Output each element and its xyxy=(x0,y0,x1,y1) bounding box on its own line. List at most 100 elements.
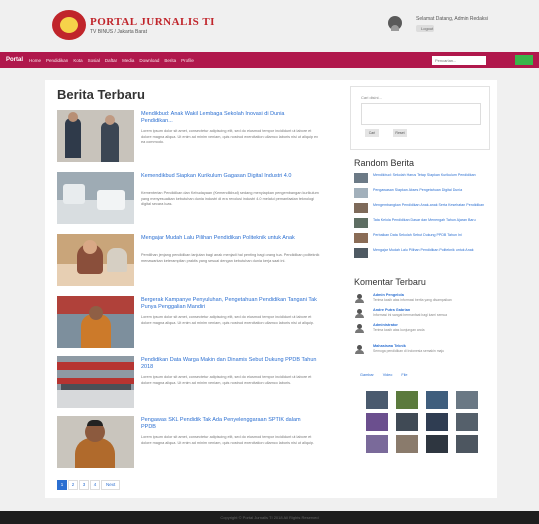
article-title[interactable]: Mendikbud: Anak Wakil Lembaga Sekolah In… xyxy=(141,111,317,125)
page-2-button[interactable]: 2 xyxy=(68,480,78,490)
article-title[interactable]: Kemendikbud Siapkan Kurikulum Gagasan Di… xyxy=(141,173,317,180)
random-news-item[interactable]: Tata Kelola Pendidikan Dasar dan Menenga… xyxy=(354,218,490,229)
user-icon xyxy=(354,309,365,318)
nav-item-berita[interactable]: Berita xyxy=(164,58,176,63)
site-footer: Copyright © Portal Jurnalis TI 2018 All … xyxy=(0,511,539,524)
comment-author[interactable]: Andre Putra Gabrian xyxy=(373,308,410,312)
random-news-heading: Random Berita xyxy=(354,158,415,168)
gallery-image[interactable] xyxy=(426,435,448,453)
comment-item[interactable]: Administrator Terima kasih atas kunjunga… xyxy=(354,323,490,334)
comment-text: Terima kasih atas kunjungan anda xyxy=(373,328,425,332)
random-news-title[interactable]: Mengajar Mudah Lalu Pilihan Pendidikan P… xyxy=(373,248,488,253)
gallery-image[interactable] xyxy=(366,391,388,409)
sidebar-search-panel: Cari disini... Cari Reset xyxy=(350,86,490,150)
random-news-thumbnail xyxy=(354,173,368,183)
random-news-item[interactable]: Perbaikan Data Sekolah Sebut Dukung PPDB… xyxy=(354,233,490,244)
nav-item-kota[interactable]: Kota xyxy=(73,58,82,63)
tab-video[interactable]: Video xyxy=(383,373,393,377)
article-excerpt: Lorem ipsum dolor sit amet, consectetur … xyxy=(141,435,315,445)
gallery-image[interactable] xyxy=(456,435,478,453)
nav-item-daftar[interactable]: Daftar xyxy=(105,58,117,63)
comment-item[interactable]: Andre Putra Gabrian Informasi ini sangat… xyxy=(354,308,490,319)
random-news-item[interactable]: Pengawasan Siapkan Akses Pengetahuan Dig… xyxy=(354,188,490,199)
article-item: Mendikbud: Anak Wakil Lembaga Sekolah In… xyxy=(57,110,337,168)
tab-file[interactable]: File xyxy=(401,373,407,377)
article-thumbnail[interactable] xyxy=(57,296,134,348)
sidebar-search-label: Cari disini... xyxy=(361,95,382,100)
article-thumbnail[interactable] xyxy=(57,234,134,286)
random-news-title[interactable]: Perbaikan Data Sekolah Sebut Dukung PPDB… xyxy=(373,233,488,238)
sidebar-reset-button[interactable]: Reset xyxy=(393,129,407,137)
article-thumbnail[interactable] xyxy=(57,172,134,224)
logout-button[interactable]: Logout xyxy=(416,25,434,32)
gallery-image[interactable] xyxy=(456,391,478,409)
random-news-item[interactable]: Mendikbud: Sekolah Harus Tetap Siapkan K… xyxy=(354,173,490,184)
random-news-thumbnail xyxy=(354,248,368,258)
next-page-button[interactable]: Next xyxy=(101,480,121,490)
gallery-image[interactable] xyxy=(396,413,418,431)
gallery-image[interactable] xyxy=(366,435,388,453)
article-title[interactable]: Mengajar Mudah Lalu Pilihan Pendidikan P… xyxy=(141,235,317,242)
random-news-thumbnail xyxy=(354,218,368,228)
nav-item-pendidikan[interactable]: Pendidikan xyxy=(46,58,68,63)
random-news-title[interactable]: Tata Kelola Pendidikan Dasar dan Menenga… xyxy=(373,218,488,223)
logo-subtitle: TV BINUS / Jakarta Barat xyxy=(90,28,147,35)
article-item: Bergerak Kampanye Penyuluhan, Pengetahua… xyxy=(57,296,337,354)
random-news-thumbnail xyxy=(354,233,368,243)
nav-search-button[interactable] xyxy=(515,55,533,65)
nav-item-profile[interactable]: Profile xyxy=(181,58,194,63)
user-name: Selamat Datang, Admin Redaksi xyxy=(416,16,488,22)
gallery-image[interactable] xyxy=(426,391,448,409)
nav-item-home[interactable]: Home xyxy=(29,58,41,63)
page-title: Berita Terbaru xyxy=(57,87,145,102)
nav-item-sosial[interactable]: Sosial xyxy=(88,58,100,63)
comment-author[interactable]: Admin Pengelola xyxy=(373,293,404,297)
article-item: Pengawas SKL Pendidik Tak Ada Penyelengg… xyxy=(57,416,337,474)
random-news-item[interactable]: Mengajar Mudah Lalu Pilihan Pendidikan P… xyxy=(354,248,490,259)
comment-item[interactable]: Mahasiswa Teknik Semoga pendidikan di In… xyxy=(354,344,490,355)
nav-search-input[interactable] xyxy=(432,56,486,65)
random-news-title[interactable]: Mendikbud: Sekolah Harus Tetap Siapkan K… xyxy=(373,173,488,178)
page-4-button[interactable]: 4 xyxy=(90,480,100,490)
sidebar-search-button[interactable]: Cari xyxy=(365,129,379,137)
article-thumbnail[interactable] xyxy=(57,110,134,162)
random-news-item[interactable]: Mengembangkan Pendidikan Anak-anak Serta… xyxy=(354,203,490,214)
comment-author[interactable]: Mahasiswa Teknik xyxy=(373,344,406,348)
nav-menu: Home Pendidikan Kota Sosial Daftar Media… xyxy=(29,58,199,63)
nav-item-download[interactable]: Download xyxy=(139,58,159,63)
article-item: Pendidikan Data Warga Makin dan Dinamis … xyxy=(57,356,337,414)
article-title[interactable]: Bergerak Kampanye Penyuluhan, Pengetahua… xyxy=(141,297,317,311)
comment-item[interactable]: Admin Pengelola Terima kasih atas inform… xyxy=(354,293,490,304)
article-thumbnail[interactable] xyxy=(57,416,134,468)
gallery-image[interactable] xyxy=(396,435,418,453)
pagination: 1 2 3 4 Next xyxy=(57,480,121,490)
user-icon xyxy=(354,294,365,303)
article-thumbnail[interactable] xyxy=(57,356,134,408)
nav-brand[interactable]: Portal xyxy=(6,57,23,63)
article-title[interactable]: Pendidikan Data Warga Makin dan Dinamis … xyxy=(141,357,317,371)
comment-author[interactable]: Administrator xyxy=(373,323,398,327)
random-news-title[interactable]: Pengawasan Siapkan Akses Pengetahuan Dig… xyxy=(373,188,488,193)
comment-text: Terima kasih atas informasi berita yang … xyxy=(373,298,452,302)
gallery-image[interactable] xyxy=(396,391,418,409)
user-icon xyxy=(354,345,365,354)
comment-text: Informasi ini sangat bermanfaat bagi kam… xyxy=(373,313,448,317)
sidebar-search-input[interactable] xyxy=(361,103,481,125)
main-navbar: Portal Home Pendidikan Kota Sosial Dafta… xyxy=(0,52,539,68)
site-logo[interactable]: PORTAL JURNALIS TI TV BINUS / Jakarta Ba… xyxy=(52,10,215,40)
gallery-tabs: Gambar Video File xyxy=(360,373,417,377)
gallery-image[interactable] xyxy=(366,413,388,431)
tab-gambar[interactable]: Gambar xyxy=(360,373,374,377)
user-info: Selamat Datang, Admin Redaksi Logout xyxy=(416,16,488,32)
logo-emblem-icon xyxy=(52,10,86,40)
page-1-button[interactable]: 1 xyxy=(57,480,67,490)
gallery-image[interactable] xyxy=(456,413,478,431)
avatar[interactable] xyxy=(388,16,402,31)
page-3-button[interactable]: 3 xyxy=(79,480,89,490)
random-news-title[interactable]: Mengembangkan Pendidikan Anak-anak Serta… xyxy=(373,203,488,208)
gallery-image[interactable] xyxy=(426,413,448,431)
site-header: PORTAL JURNALIS TI TV BINUS / Jakarta Ba… xyxy=(0,0,539,48)
article-title[interactable]: Pengawas SKL Pendidik Tak Ada Penyelengg… xyxy=(141,417,317,431)
article-excerpt: Pemilihan jenjang pendidikan lanjutan ba… xyxy=(141,253,320,263)
nav-item-media[interactable]: Media xyxy=(122,58,134,63)
